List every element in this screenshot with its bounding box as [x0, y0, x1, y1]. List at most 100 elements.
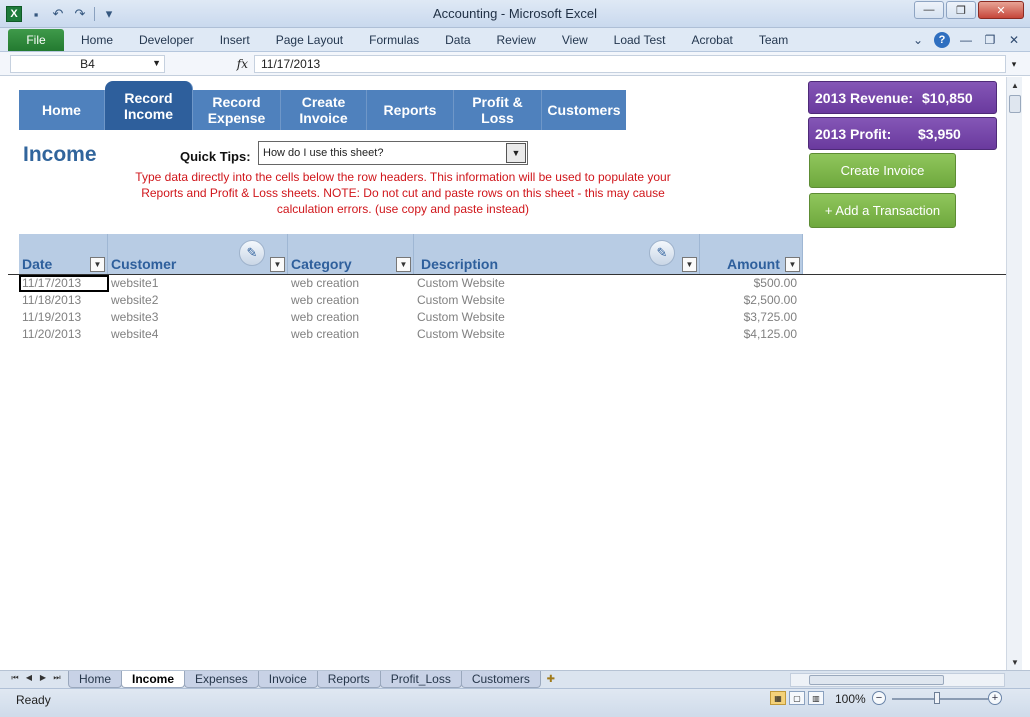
formula-bar: B4 ▼ fx 11/17/2013 ▾ — [0, 52, 1030, 76]
zoom-level[interactable]: 100% — [835, 692, 866, 706]
nav-profit-loss[interactable]: Profit & Loss — [454, 90, 542, 130]
page-break-view-icon[interactable]: ▥ — [808, 691, 824, 705]
cell-customer[interactable]: website3 — [111, 309, 158, 326]
cell-amount[interactable]: $3,725.00 — [744, 309, 797, 326]
zoom-slider[interactable] — [892, 698, 988, 700]
cell-amount[interactable]: $500.00 — [754, 275, 797, 292]
nav-record-income[interactable]: Record Income — [105, 81, 193, 130]
nav-home[interactable]: Home — [19, 90, 105, 130]
maximize-button[interactable]: ❐ — [946, 1, 976, 19]
cell-description[interactable]: Custom Website — [417, 292, 505, 309]
ribbon-tab-insert[interactable]: Insert — [207, 33, 263, 47]
zoom-out-icon[interactable]: − — [872, 691, 886, 705]
nav-customers[interactable]: Customers — [542, 90, 626, 130]
ribbon-tab-developer[interactable]: Developer — [126, 33, 207, 47]
filter-dropdown-icon[interactable]: ▼ — [90, 257, 105, 272]
cell-customer[interactable]: website1 — [111, 275, 158, 292]
cell-category[interactable]: web creation — [291, 292, 359, 309]
nav-reports[interactable]: Reports — [367, 90, 454, 130]
sheet-tab-home[interactable]: Home — [68, 671, 123, 688]
filter-dropdown-icon[interactable]: ▼ — [682, 257, 697, 272]
sheet-tab-customers[interactable]: Customers — [460, 671, 541, 688]
add-transaction-button[interactable]: + Add a Transaction — [809, 193, 956, 228]
help-icon[interactable]: ? — [934, 32, 950, 48]
page-title: Income — [23, 143, 97, 166]
scroll-down-icon[interactable]: ▼ — [1008, 655, 1022, 669]
chevron-down-icon[interactable]: ▼ — [506, 143, 526, 163]
normal-view-icon[interactable]: ▦ — [770, 691, 786, 705]
expand-formula-bar-icon[interactable]: ▾ — [1008, 55, 1020, 73]
page-layout-view-icon[interactable]: ▢ — [789, 691, 805, 705]
sheet-tab-bar: ⏮ ◀ ▶ ⏭ Home Income Expenses Invoice Rep… — [0, 670, 1030, 688]
formula-input[interactable]: 11/17/2013 — [254, 55, 1006, 73]
next-sheet-icon[interactable]: ▶ — [38, 673, 48, 683]
last-sheet-icon[interactable]: ⏭ — [52, 673, 62, 683]
filter-dropdown-icon[interactable]: ▼ — [270, 257, 285, 272]
prev-sheet-icon[interactable]: ◀ — [24, 673, 34, 683]
cell-category[interactable]: web creation — [291, 309, 359, 326]
sheet-tab-invoice[interactable]: Invoice — [257, 671, 318, 688]
filter-dropdown-icon[interactable]: ▼ — [396, 257, 411, 272]
cell-date[interactable]: 11/17/2013 — [19, 275, 109, 292]
scroll-thumb[interactable] — [809, 675, 944, 685]
cell-category[interactable]: web creation — [291, 326, 359, 343]
ribbon-tab-view[interactable]: View — [549, 33, 601, 47]
close-button[interactable]: ✕ — [978, 1, 1024, 19]
ribbon-tab-load-test[interactable]: Load Test — [601, 33, 679, 47]
sheet-tab-reports[interactable]: Reports — [316, 671, 381, 688]
ribbon-tab-home[interactable]: Home — [68, 33, 126, 47]
zoom-in-icon[interactable]: + — [988, 691, 1002, 705]
cell-amount[interactable]: $4,125.00 — [744, 326, 797, 343]
nav-record-expense[interactable]: Record Expense — [193, 90, 281, 130]
workbook-restore-icon[interactable]: ❐ — [982, 32, 998, 48]
sheet-tab-income[interactable]: Income — [121, 671, 186, 688]
edit-pencil-icon[interactable]: ✎ — [239, 240, 265, 266]
status-bar: Ready ▦ ▢ ▥ 100% − + — [0, 688, 1030, 717]
name-box[interactable]: B4 ▼ — [10, 55, 165, 73]
cell-amount[interactable]: $2,500.00 — [744, 292, 797, 309]
zoom-slider-thumb[interactable] — [934, 692, 940, 704]
sheet-tab-profit-loss[interactable]: Profit_Loss — [379, 671, 462, 688]
quick-tips-dropdown[interactable]: How do I use this sheet? ▼ — [258, 141, 528, 165]
workbook-minimize-icon[interactable]: — — [958, 32, 974, 48]
ribbon-tab-page-layout[interactable]: Page Layout — [263, 33, 356, 47]
table-row: 11/17/2013 website1 web creation Custom … — [19, 275, 803, 292]
ribbon-tab-acrobat[interactable]: Acrobat — [678, 33, 745, 47]
minimize-button[interactable]: — — [914, 1, 944, 19]
ribbon-tab-review[interactable]: Review — [484, 33, 549, 47]
edit-pencil-icon[interactable]: ✎ — [649, 240, 675, 266]
table-row: 11/19/2013 website3 web creation Custom … — [19, 309, 803, 326]
ribbon-tab-formulas[interactable]: Formulas — [356, 33, 432, 47]
horizontal-scrollbar[interactable] — [790, 673, 1005, 687]
cell-date[interactable]: 11/19/2013 — [22, 309, 81, 326]
quick-tips-text: Type data directly into the cells below … — [135, 170, 671, 216]
column-header-label: Category — [291, 256, 352, 272]
scroll-up-icon[interactable]: ▲ — [1008, 78, 1022, 92]
create-invoice-button[interactable]: Create Invoice — [809, 153, 956, 188]
insert-sheet-icon[interactable]: ✚ — [540, 671, 562, 688]
column-header-label: Customer — [111, 256, 177, 272]
collapse-ribbon-icon[interactable]: ⌄ — [910, 32, 926, 48]
workbook-close-icon[interactable]: ✕ — [1006, 32, 1022, 48]
function-icon[interactable]: fx — [237, 57, 248, 71]
cell-customer[interactable]: website2 — [111, 292, 158, 309]
vertical-scrollbar[interactable]: ▲ ▼ — [1006, 77, 1022, 670]
worksheet: Home Record Income Record Expense Create… — [8, 77, 1006, 670]
ribbon-tab-team[interactable]: Team — [746, 33, 801, 47]
chevron-down-icon[interactable]: ▼ — [152, 58, 161, 68]
cell-description[interactable]: Custom Website — [417, 326, 505, 343]
first-sheet-icon[interactable]: ⏮ — [10, 673, 20, 683]
filter-dropdown-icon[interactable]: ▼ — [785, 257, 800, 272]
scroll-thumb[interactable] — [1009, 95, 1021, 113]
sheet-tab-expenses[interactable]: Expenses — [184, 671, 259, 688]
cell-customer[interactable]: website4 — [111, 326, 158, 343]
quick-tips-label: Quick Tips: — [180, 149, 251, 164]
cell-date[interactable]: 11/18/2013 — [22, 292, 81, 309]
cell-description[interactable]: Custom Website — [417, 275, 505, 292]
nav-create-invoice[interactable]: Create Invoice — [281, 90, 367, 130]
ribbon-tab-data[interactable]: Data — [432, 33, 483, 47]
file-tab[interactable]: File — [8, 29, 64, 51]
cell-description[interactable]: Custom Website — [417, 309, 505, 326]
cell-date[interactable]: 11/20/2013 — [22, 326, 81, 343]
cell-category[interactable]: web creation — [291, 275, 359, 292]
